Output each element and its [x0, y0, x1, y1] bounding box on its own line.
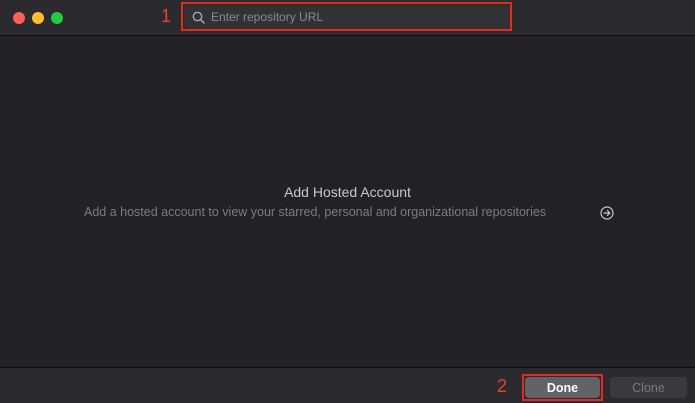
arrow-right-circle-icon[interactable] — [600, 206, 614, 220]
clone-button[interactable]: Clone — [610, 377, 687, 398]
annotation-label-2: 2 — [497, 376, 508, 396]
annotation-box-1 — [181, 2, 512, 31]
minimize-window-button[interactable] — [32, 12, 44, 24]
footer-bar: 2 Done Clone — [0, 367, 695, 403]
annotation-label-1: 1 — [161, 6, 172, 26]
empty-state-title: Add Hosted Account — [284, 184, 411, 200]
empty-state-subtitle: Add a hosted account to view your starre… — [84, 205, 547, 219]
zoom-window-button[interactable] — [51, 12, 63, 24]
annotation-box-2 — [522, 374, 603, 401]
title-bar: 1 — [0, 0, 695, 36]
clone-repository-window: 1 Add Hosted Account Add a hosted accoun… — [0, 0, 695, 403]
repository-list-area: Add Hosted Account Add a hosted account … — [0, 37, 695, 367]
close-window-button[interactable] — [13, 12, 25, 24]
